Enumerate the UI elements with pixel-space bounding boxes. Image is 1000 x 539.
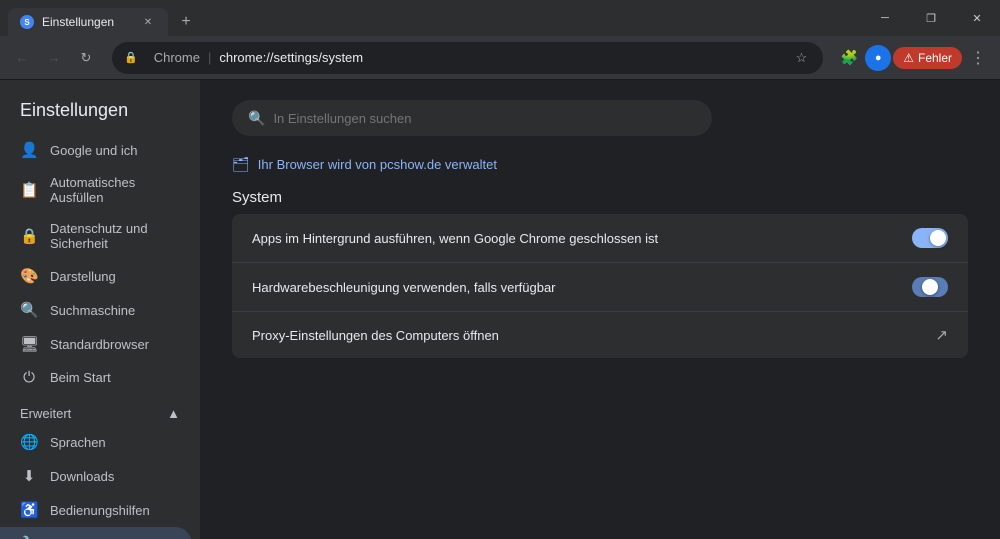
sidebar-item-autofill[interactable]: 📋 Automatisches Ausfüllen [0,167,192,213]
sidebar-item-languages-label: Sprachen [50,435,106,450]
proxy-settings-action: ↗ [935,326,948,344]
address-bar[interactable]: 🔒 Chrome | chrome://settings/system ☆ [112,42,823,74]
advanced-section-label: Erweitert [20,406,71,421]
hardware-accel-toggle-container [912,277,948,297]
tab-close-button[interactable]: ✕ [140,14,156,30]
error-button[interactable]: ⚠ Fehler [893,47,962,69]
forward-button[interactable]: → [40,44,68,72]
profile-avatar: ● [875,52,882,64]
hardware-accel-label: Hardwarebeschleunigung verwenden, falls … [252,280,556,295]
sidebar-title: Einstellungen [0,92,200,133]
toggle-knob [930,230,946,246]
bookmark-star-icon[interactable]: ☆ [792,46,812,70]
active-tab[interactable]: S Einstellungen ✕ [8,8,168,36]
download-icon: ⬇ [20,467,38,485]
address-site: Chrome [154,50,200,65]
autofill-icon: 📋 [20,181,38,199]
toolbar-icons: 🧩 ● ⚠ Fehler ⋮ [835,44,992,72]
minimize-button[interactable]: ─ [862,0,908,36]
search-nav-icon: 🔍 [20,301,38,319]
managed-notice-text: Ihr Browser wird von pcshow.de verwaltet [258,157,497,172]
tab-title: Einstellungen [42,15,132,29]
sidebar-item-downloads-label: Downloads [50,469,114,484]
error-label: Fehler [918,51,952,65]
new-tab-button[interactable]: + [172,8,200,36]
system-section-title: System [232,189,968,206]
sidebar-item-downloads[interactable]: ⬇ Downloads [0,459,192,493]
external-link-icon[interactable]: ↗ [935,326,948,344]
hardware-accel-toggle[interactable] [912,277,948,297]
proxy-settings-row: Proxy-Einstellungen des Computers öffnen… [232,312,968,358]
content-area: 🔍 🗂 Ihr Browser wird von pcshow.de verwa… [200,80,1000,539]
languages-icon: 🌐 [20,433,38,451]
managed-notice: 🗂 Ihr Browser wird von pcshow.de verwalt… [232,156,968,173]
reload-button[interactable]: ↻ [72,44,100,72]
background-apps-label: Apps im Hintergrund ausführen, wenn Goog… [252,231,658,246]
chevron-up-icon: ▲ [167,406,180,421]
sidebar-item-languages[interactable]: 🌐 Sprachen [0,425,192,459]
advanced-section-header[interactable]: Erweitert ▲ [0,394,200,425]
lock-nav-icon: 🔒 [20,227,38,245]
sidebar-item-browser[interactable]: 🖥 Standardbrowser [0,327,192,361]
accessibility-icon: ♿ [20,501,38,519]
tab-favicon: S [20,15,34,29]
back-button[interactable]: ← [8,44,36,72]
titlebar: S Einstellungen ✕ + ─ ❐ ✕ [0,0,1000,36]
address-url: chrome://settings/system [219,50,783,65]
sidebar-item-accessibility[interactable]: ♿ Bedienungshilfen [0,493,192,527]
extensions-button[interactable]: 🧩 [835,44,863,72]
managed-icon: 🗂 [232,156,250,173]
sidebar-item-privacy-label: Datenschutz und Sicherheit [50,221,172,251]
system-settings-card: Apps im Hintergrund ausführen, wenn Goog… [232,214,968,358]
sidebar-item-accessibility-label: Bedienungshilfen [50,503,150,518]
browser-icon: 🖥 [20,335,38,353]
appearance-icon: 🎨 [20,267,38,285]
restore-button[interactable]: ❐ [908,0,954,36]
system-wrench-icon: 🔧 [20,535,38,539]
sidebar-item-appearance-label: Darstellung [50,269,116,284]
sidebar-item-system[interactable]: 🔧 System [0,527,192,539]
sidebar-item-startup-label: Beim Start [50,370,111,385]
lock-icon: 🔒 [124,51,138,64]
menu-button[interactable]: ⋮ [964,44,992,72]
sidebar-item-google-label: Google und ich [50,143,137,158]
background-apps-toggle-container [912,228,948,248]
toggle-knob-2 [922,279,938,295]
close-button[interactable]: ✕ [954,0,1000,36]
search-icon: 🔍 [248,110,265,127]
error-icon: ⚠ [903,51,914,65]
sidebar-item-autofill-label: Automatisches Ausfüllen [50,175,172,205]
sidebar-item-startup[interactable]: ⏻ Beim Start [0,361,192,394]
sidebar: Einstellungen 👤 Google und ich 📋 Automat… [0,80,200,539]
background-apps-row: Apps im Hintergrund ausführen, wenn Goog… [232,214,968,263]
profile-button[interactable]: ● [865,45,891,71]
sidebar-item-google[interactable]: 👤 Google und ich [0,133,192,167]
search-input[interactable] [273,111,696,126]
tab-area: S Einstellungen ✕ + [0,0,200,36]
sidebar-item-privacy[interactable]: 🔒 Datenschutz und Sicherheit [0,213,192,259]
search-bar[interactable]: 🔍 [232,100,712,136]
person-icon: 👤 [20,141,38,159]
sidebar-item-appearance[interactable]: 🎨 Darstellung [0,259,192,293]
proxy-settings-label: Proxy-Einstellungen des Computers öffnen [252,328,499,343]
sidebar-item-browser-label: Standardbrowser [50,337,149,352]
sidebar-item-search[interactable]: 🔍 Suchmaschine [0,293,192,327]
main-layout: Einstellungen 👤 Google und ich 📋 Automat… [0,80,1000,539]
background-apps-toggle[interactable] [912,228,948,248]
toolbar: ← → ↻ 🔒 Chrome | chrome://settings/syste… [0,36,1000,80]
sidebar-item-search-label: Suchmaschine [50,303,135,318]
hardware-accel-row: Hardwarebeschleunigung verwenden, falls … [232,263,968,312]
startup-icon: ⏻ [20,369,38,386]
window-controls: ─ ❐ ✕ [862,0,1000,36]
